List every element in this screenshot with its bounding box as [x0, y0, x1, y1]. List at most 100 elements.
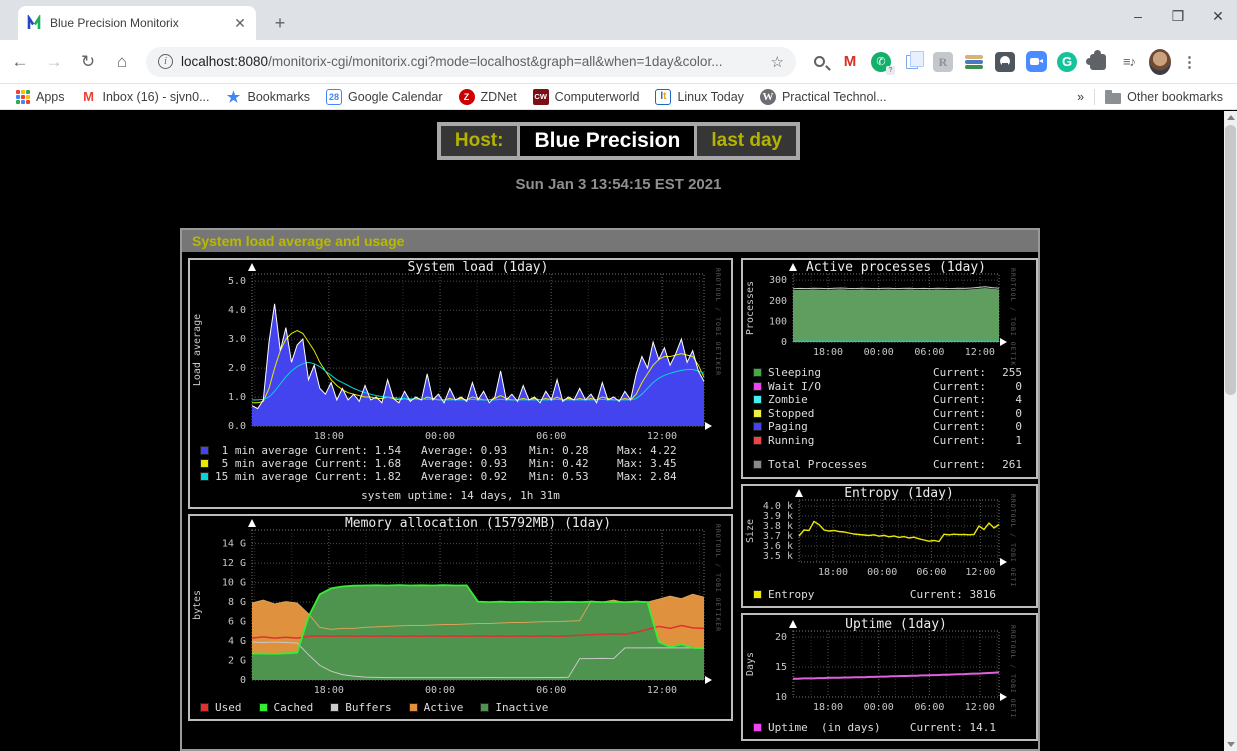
svg-text:RRDTOOL / TOBI OETIKER: RRDTOOL / TOBI OETIKER	[714, 524, 722, 632]
svg-text:06:00: 06:00	[536, 431, 566, 442]
bookmark-zdnet[interactable]: ZZDNet	[459, 89, 517, 105]
bookmarks-overflow-chevron[interactable]: »	[1077, 90, 1084, 104]
bookmark-star-icon[interactable]: ☆	[771, 53, 784, 71]
pocket-extension-icon[interactable]	[994, 51, 1016, 73]
svg-text:0.0: 0.0	[228, 421, 246, 432]
url-path: /monitorix-cgi/monitorix.cgi?mode=localh…	[268, 54, 722, 69]
system-load-graph[interactable]: 18:0000:0006:0012:000.01.02.03.04.05.0Sy…	[190, 260, 727, 444]
svg-text:Days: Days	[745, 651, 756, 675]
host-label: Host:	[441, 126, 518, 156]
svg-text:12:00: 12:00	[647, 685, 677, 696]
book-stack-icon	[965, 55, 983, 69]
hangouts-extension-icon[interactable]: ✆?	[870, 51, 892, 73]
scroll-down-button[interactable]	[1224, 738, 1237, 751]
svg-text:18:00: 18:00	[818, 567, 848, 578]
legend-row-5min: 5 min averageCurrent: 1.68Average: 0.93M…	[190, 457, 731, 470]
svg-text:14 G: 14 G	[222, 539, 246, 550]
svg-text:00:00: 00:00	[864, 702, 894, 713]
extensions-puzzle-button[interactable]	[1087, 51, 1109, 73]
reload-button[interactable]: ↻	[74, 48, 102, 76]
avatar	[1149, 49, 1171, 75]
swatch-inactive	[480, 703, 489, 712]
system-load-panel: 18:0000:0006:0012:000.01.02.03.04.05.0Sy…	[188, 258, 733, 509]
svg-text:RRDTOOL / TOBI OETIKER: RRDTOOL / TOBI OETIKER	[714, 268, 722, 376]
uptime-legend: Uptime (in days) Current: 14.1	[743, 721, 1036, 734]
copy-pages-extension-icon[interactable]	[901, 51, 923, 73]
svg-text:Size: Size	[745, 518, 756, 542]
swatch-5min	[200, 459, 209, 468]
time-range-label[interactable]: last day	[697, 126, 796, 156]
host-header: Host: Blue Precision last day	[437, 122, 800, 160]
swatch-used	[200, 703, 209, 712]
swatch-buffers	[330, 703, 339, 712]
svg-text:Memory allocation (15792MB) (: Memory allocation (15792MB) (1day)	[345, 516, 611, 531]
svg-text:3.5 k: 3.5 k	[763, 551, 793, 562]
new-tab-button[interactable]: +	[268, 12, 292, 36]
window-maximize-button[interactable]: ❒	[1169, 8, 1187, 25]
url-text[interactable]: localhost:8080/monitorix-cgi/monitorix.c…	[181, 54, 763, 69]
svg-text:18:00: 18:00	[314, 431, 344, 442]
bookmark-bookmarks[interactable]: ★Bookmarks	[226, 89, 311, 105]
svg-text:RRDTOOL / TOBI OETIKER: RRDTOOL / TOBI OETIKER	[1009, 625, 1017, 719]
home-button[interactable]: ⌂	[108, 48, 136, 76]
playlist-icon: ≡♪	[1123, 54, 1135, 69]
memory-allocation-graph[interactable]: 18:0000:0006:0012:0002 G4 G6 G8 G10 G12 …	[190, 516, 727, 698]
active-processes-graph[interactable]: 18:0000:0006:0012:000100200300Active pro…	[743, 260, 1034, 366]
svg-text:12 G: 12 G	[222, 558, 246, 569]
forward-button[interactable]: →	[40, 48, 68, 76]
entropy-graph[interactable]: 18:0000:0006:0012:003.5 k3.6 k3.7 k3.8 k…	[743, 486, 1034, 586]
svg-text:5.0: 5.0	[228, 276, 246, 287]
svg-text:200: 200	[769, 296, 787, 307]
window-minimize-button[interactable]: –	[1129, 8, 1147, 25]
books-extension-icon[interactable]	[963, 51, 985, 73]
svg-text:0: 0	[240, 675, 246, 686]
video-camera-icon	[1026, 51, 1047, 72]
monitorix-favicon	[26, 15, 42, 31]
address-bar[interactable]: i localhost:8080/monitorix-cgi/monitorix…	[146, 47, 796, 77]
bookmark-google-calendar[interactable]: 28Google Calendar	[326, 89, 443, 105]
svg-text:3.0: 3.0	[228, 334, 246, 345]
scrollbar-thumb[interactable]	[1225, 125, 1236, 395]
proc-legend-total: Total ProcessesCurrent:261	[743, 458, 1036, 472]
svg-text:3.8 k: 3.8 k	[763, 521, 793, 532]
bookmark-linux-today[interactable]: ltLinux Today	[655, 89, 744, 105]
gmail-extension-icon[interactable]: M	[839, 51, 861, 73]
memory-allocation-panel: 18:0000:0006:0012:0002 G4 G6 G8 G10 G12 …	[188, 514, 733, 721]
apps-shortcut[interactable]: Apps	[16, 90, 65, 104]
browser-menu-button[interactable]: ⋮	[1182, 53, 1197, 71]
browser-tab[interactable]: Blue Precision Monitorix ✕	[18, 6, 256, 40]
other-bookmarks-folder[interactable]: Other bookmarks	[1105, 90, 1223, 104]
section-title: System load average and usage	[182, 230, 1038, 252]
site-info-icon[interactable]: i	[158, 54, 173, 69]
svg-text:18:00: 18:00	[813, 347, 843, 358]
svg-text:300: 300	[769, 275, 787, 286]
host-name[interactable]: Blue Precision	[520, 126, 694, 156]
window-close-button[interactable]: ✕	[1209, 8, 1227, 25]
svg-text:Load average: Load average	[192, 314, 203, 386]
back-button[interactable]: ←	[6, 48, 34, 76]
scroll-up-button[interactable]	[1224, 111, 1237, 124]
svg-text:0: 0	[781, 337, 787, 348]
r-extension-icon[interactable]: R	[932, 51, 954, 73]
bookmark-practical-technology[interactable]: WPractical Technol...	[760, 89, 887, 105]
svg-text:20: 20	[775, 632, 787, 643]
proc-legend-paging: PagingCurrent:0	[743, 420, 1036, 434]
proc-legend-stopped: StoppedCurrent:0	[743, 407, 1036, 421]
wordpress-icon: W	[760, 89, 776, 105]
url-host: localhost:8080	[181, 54, 268, 69]
r-badge-icon: R	[933, 52, 953, 72]
legend-row-1min: 1 min averageCurrent: 1.54Average: 0.93M…	[190, 444, 731, 457]
bookmark-computerworld[interactable]: CWComputerworld	[533, 89, 640, 105]
page-scrollbar[interactable]	[1224, 111, 1237, 751]
tab-close-icon[interactable]: ✕	[232, 15, 248, 31]
bookmark-inbox[interactable]: MInbox (16) - sjvn0...	[81, 89, 210, 105]
uptime-panel: 18:0000:0006:0012:00101520Uptime (1day)D…	[741, 613, 1038, 741]
search-extension-icon[interactable]	[808, 51, 830, 73]
media-queue-button[interactable]: ≡♪	[1118, 51, 1140, 73]
profile-avatar[interactable]	[1149, 51, 1171, 73]
gmail-m-icon: M	[844, 53, 857, 70]
uptime-graph[interactable]: 18:0000:0006:0012:00101520Uptime (1day)D…	[743, 615, 1034, 719]
zoom-extension-icon[interactable]	[1025, 51, 1047, 73]
grammarly-extension-icon[interactable]: G	[1056, 51, 1078, 73]
gmail-icon: M	[81, 89, 97, 105]
